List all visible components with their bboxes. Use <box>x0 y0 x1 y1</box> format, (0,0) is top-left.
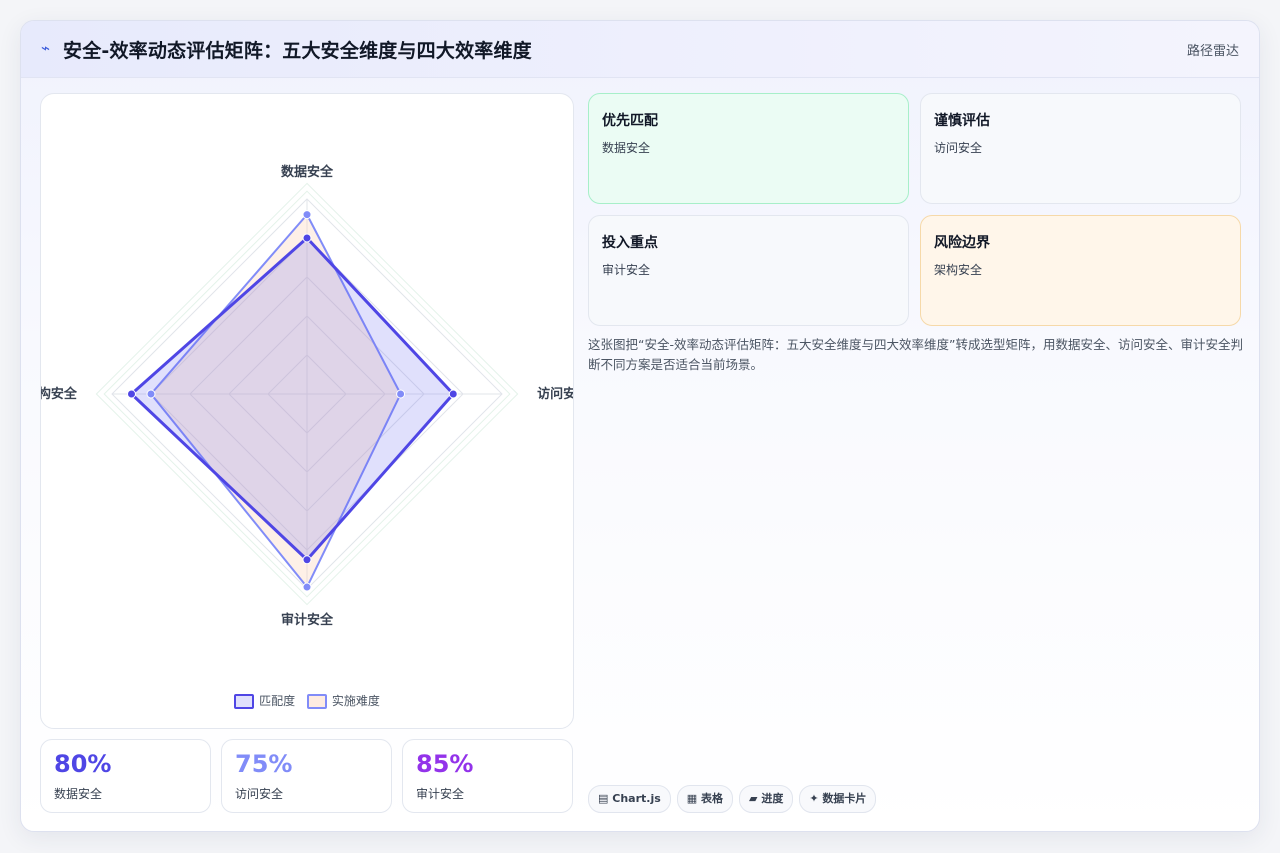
quadrant-card-priority-match[interactable]: 优先匹配 数据安全 <box>588 93 909 204</box>
radar-axis-label: 数据安全 <box>281 164 334 180</box>
chart-description: 这张图把“安全-效率动态评估矩阵：五大安全维度与四大效率维度”转成选型矩阵，用数… <box>588 337 1243 372</box>
stat-value: 75% <box>235 750 293 778</box>
radar-axis-label: 审计安全 <box>281 612 334 628</box>
quadrant-title: 风险边界 <box>934 235 990 251</box>
chip-progress[interactable]: ▰ 进度 <box>739 785 794 813</box>
legend-label-series-2: 实施难度 <box>331 694 380 708</box>
sparkle-icon: ✦ <box>809 792 819 805</box>
stat-card-access-security: 75% 访问安全 <box>221 739 392 813</box>
chip-data-card[interactable]: ✦ 数据卡片 <box>799 785 877 813</box>
legend-item-series-1[interactable]: 匹配度 <box>234 692 295 709</box>
dashboard-frame: ⌁ 安全-效率动态评估矩阵：五大安全维度与四大效率维度 路径雷达 数据安全访问安… <box>20 20 1260 832</box>
radar-point-series-1 <box>127 389 136 399</box>
radar-point-series-2 <box>146 389 156 399</box>
chart-icon: ▤ <box>598 792 609 805</box>
radar-pulse-icon: ⌁ <box>41 39 51 57</box>
legend-swatch-series-2 <box>306 694 327 709</box>
header-bar: ⌁ 安全-效率动态评估矩阵：五大安全维度与四大效率维度 路径雷达 <box>21 21 1259 78</box>
legend-label-series-1: 匹配度 <box>259 694 296 708</box>
chip-table[interactable]: ▦ 表格 <box>676 785 734 813</box>
stat-value: 85% <box>416 750 474 778</box>
radar-chart: 数据安全访问安全审计安全 架构安全 <box>41 164 573 628</box>
progress-icon: ▰ <box>749 792 758 805</box>
radar-series-area-1 <box>130 236 455 562</box>
chip-label: Chart.js <box>612 792 661 805</box>
table-icon: ▦ <box>686 792 698 805</box>
quadrant-subtitle: 架构安全 <box>934 263 983 277</box>
radar-point-series-2 <box>396 389 406 399</box>
chip-label: 进度 <box>761 792 784 805</box>
quadrant-subtitle: 审计安全 <box>602 263 651 277</box>
chip-label: 表格 <box>701 792 724 805</box>
quadrant-title: 投入重点 <box>602 235 658 251</box>
radar-point-series-2 <box>302 210 312 220</box>
chip-label: 数据卡片 <box>822 792 867 805</box>
radar-point-series-2 <box>302 582 312 592</box>
stat-label: 审计安全 <box>416 787 465 801</box>
quadrant-card-investment-focus[interactable]: 投入重点 审计安全 <box>588 215 909 326</box>
stat-card-audit-security: 85% 审计安全 <box>402 739 573 813</box>
stat-value: 80% <box>54 750 112 778</box>
radar-axis-label: 访问安全 <box>537 386 573 402</box>
quadrant-card-careful-evaluation[interactable]: 谨慎评估 访问安全 <box>920 93 1241 204</box>
radar-point-series-1 <box>448 389 458 399</box>
stat-label: 数据安全 <box>54 787 103 801</box>
header-tag[interactable]: 路径雷达 <box>1187 40 1239 59</box>
radar-chart-card: 数据安全访问安全审计安全 架构安全 匹配度 实施难度 <box>40 93 574 729</box>
page-title: 安全-效率动态评估矩阵：五大安全维度与四大效率维度 <box>63 40 532 62</box>
quadrant-subtitle: 数据安全 <box>602 141 651 155</box>
chart-legend: 匹配度 实施难度 <box>41 692 573 709</box>
stat-card-data-security: 80% 数据安全 <box>40 739 211 813</box>
quadrant-subtitle: 访问安全 <box>934 141 983 155</box>
radar-point-series-1 <box>302 233 312 243</box>
legend-swatch-series-1 <box>234 694 255 709</box>
radar-axis-label: 架构安全 <box>41 386 78 402</box>
quadrant-title: 谨慎评估 <box>934 113 990 129</box>
radar-point-series-1 <box>302 555 312 565</box>
quadrant-title: 优先匹配 <box>602 113 658 129</box>
legend-item-series-2[interactable]: 实施难度 <box>306 692 380 709</box>
stat-label: 访问安全 <box>235 787 284 801</box>
tech-chip-row: ▤ Chart.js ▦ 表格 ▰ 进度 ✦ 数据卡片 <box>588 785 882 813</box>
quadrant-card-risk-boundary[interactable]: 风险边界 架构安全 <box>920 215 1241 326</box>
chip-chartjs[interactable]: ▤ Chart.js <box>588 785 671 813</box>
